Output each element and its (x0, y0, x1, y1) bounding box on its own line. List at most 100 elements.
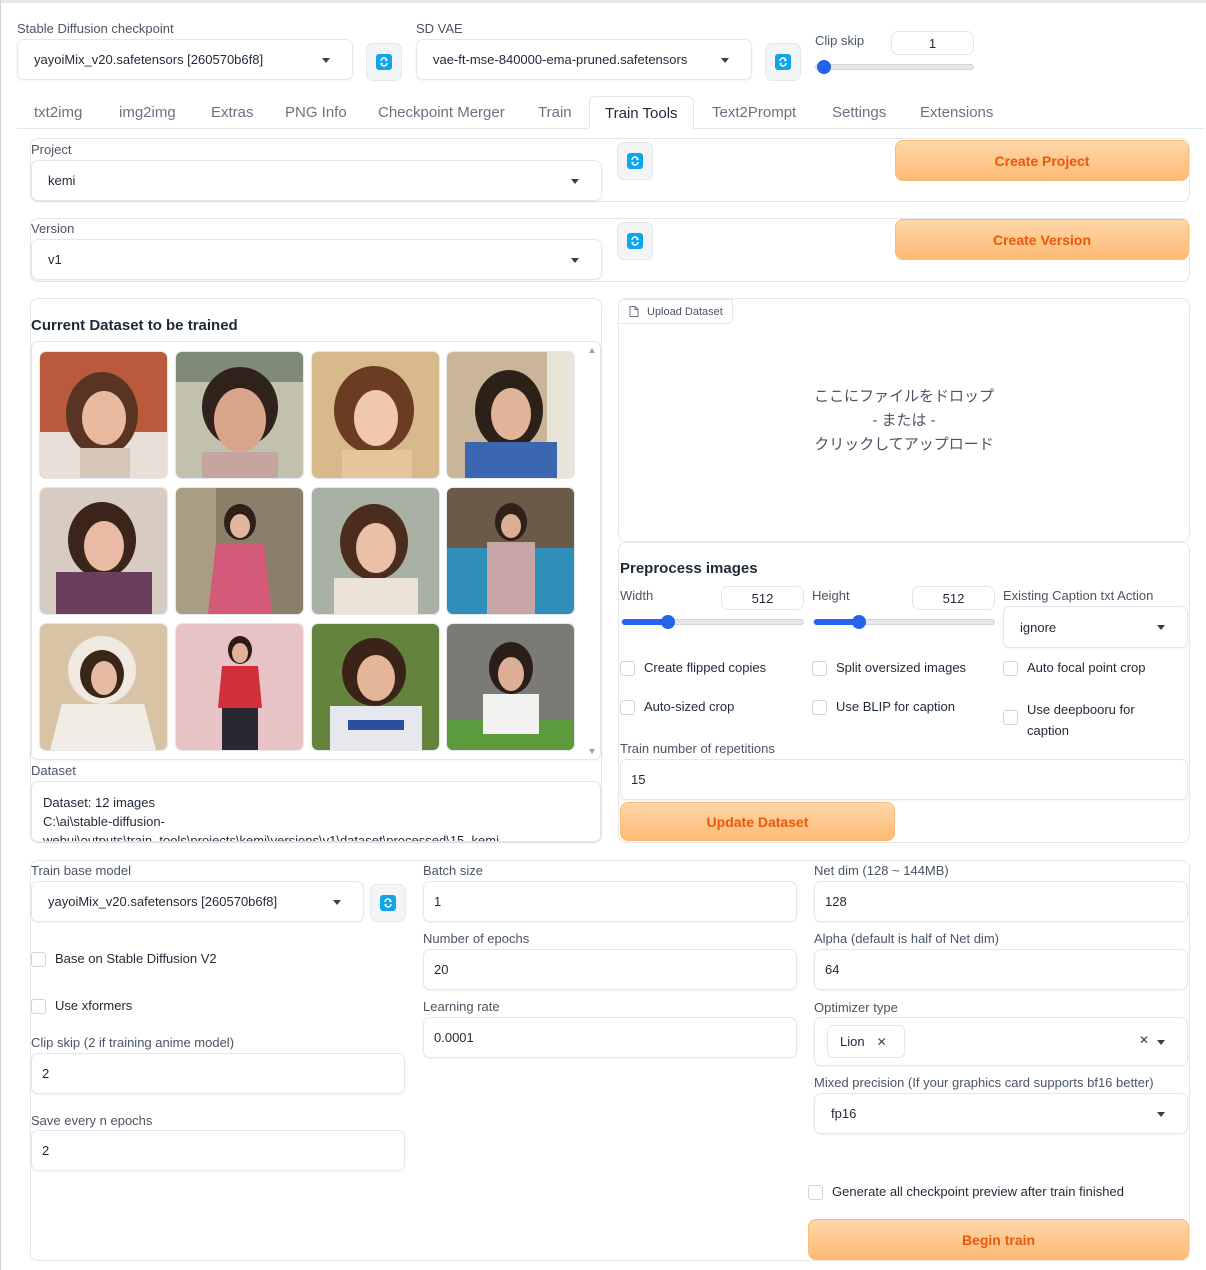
refresh-icon (775, 54, 791, 70)
tab-png-info[interactable]: PNG Info (285, 104, 347, 121)
update-dataset-button[interactable]: Update Dataset (620, 802, 895, 841)
tab-train[interactable]: Train (538, 104, 572, 121)
use-deepbooru-checkbox[interactable]: Use deepbooru for caption (1003, 699, 1135, 741)
use-blip-checkbox[interactable]: Use BLIP for caption (812, 699, 955, 715)
height-slider[interactable] (813, 615, 995, 629)
dataset-image-3[interactable] (312, 352, 439, 478)
tab-txt2img[interactable]: txt2img (34, 104, 82, 121)
mixed-precision-label: Mixed precision (If your graphics card s… (814, 1075, 1154, 1090)
scroll-down-icon[interactable] (589, 749, 595, 754)
mixed-precision-select[interactable]: fp16 (814, 1093, 1188, 1134)
base-sd-v2-checkbox[interactable]: Base on Stable Diffusion V2 (31, 951, 217, 967)
version-select[interactable]: v1 (31, 239, 602, 280)
auto-sized-checkbox[interactable]: Auto-sized crop (620, 699, 734, 715)
tab-settings[interactable]: Settings (832, 104, 886, 121)
dataset-image-11[interactable] (312, 624, 439, 750)
use-xformers-checkbox[interactable]: Use xformers (31, 998, 132, 1014)
epochs-label: Number of epochs (423, 931, 530, 946)
dataset-image-5[interactable] (40, 488, 167, 614)
dataset-image-8[interactable] (447, 488, 574, 614)
checkbox-label: Use BLIP for caption (836, 699, 955, 714)
repetitions-input[interactable]: 15 (620, 759, 1188, 800)
begin-train-button[interactable]: Begin train (808, 1219, 1189, 1260)
generate-preview-checkbox[interactable]: Generate all checkpoint preview after tr… (808, 1184, 1124, 1200)
project-refresh-button[interactable] (617, 142, 653, 180)
slider-knob[interactable] (817, 60, 831, 74)
chevron-down-icon (571, 257, 579, 263)
checkbox-box[interactable] (31, 952, 46, 967)
auto-focal-checkbox[interactable]: Auto focal point crop (1003, 660, 1146, 676)
project-select[interactable]: kemi (31, 160, 602, 201)
dataset-image-1[interactable] (40, 352, 167, 478)
clear-icon[interactable]: ✕ (1139, 1033, 1149, 1047)
dataset-image-2[interactable] (176, 352, 303, 478)
refresh-icon (627, 153, 643, 169)
dataset-image-12[interactable] (447, 624, 574, 750)
dataset-title: Current Dataset to be trained (31, 317, 238, 334)
create-project-button[interactable]: Create Project (895, 140, 1189, 181)
chevron-down-icon (571, 178, 579, 184)
tab-extras[interactable]: Extras (211, 104, 254, 121)
scroll-up-icon[interactable] (589, 348, 595, 353)
checkbox-box[interactable] (1003, 710, 1018, 725)
net-dim-label: Net dim (128 ~ 144MB) (814, 863, 949, 878)
checkbox-box[interactable] (620, 661, 635, 676)
gallery-scrollbar[interactable] (587, 346, 597, 756)
checkbox-box[interactable] (812, 700, 827, 715)
vae-refresh-button[interactable] (765, 43, 801, 81)
chevron-down-icon[interactable] (1157, 1039, 1165, 1045)
checkbox-box[interactable] (620, 700, 635, 715)
slider-knob[interactable] (852, 615, 866, 629)
dataset-image-4[interactable] (447, 352, 574, 478)
epochs-input[interactable]: 20 (423, 949, 797, 990)
base-model-refresh-button[interactable] (370, 884, 406, 922)
height-number[interactable]: 512 (912, 586, 995, 610)
optimizer-multiselect[interactable]: Lion ✕ ✕ (814, 1017, 1188, 1066)
width-number[interactable]: 512 (721, 586, 804, 610)
checkbox-box[interactable] (1003, 661, 1018, 676)
tab-img2img[interactable]: img2img (119, 104, 176, 121)
caption-action-select[interactable]: ignore (1003, 606, 1188, 648)
caption-action-label: Existing Caption txt Action (1003, 588, 1154, 603)
left-border (0, 0, 1, 1270)
repetitions-label: Train number of repetitions (620, 741, 775, 756)
file-icon (629, 306, 639, 317)
dataset-image-9[interactable] (40, 624, 167, 750)
tab-text2prompt[interactable]: Text2Prompt (712, 104, 796, 121)
checkbox-box[interactable] (808, 1185, 823, 1200)
create-version-button[interactable]: Create Version (895, 219, 1189, 260)
checkbox-box[interactable] (812, 661, 827, 676)
clip-skip-slider[interactable] (815, 60, 974, 74)
checkpoint-select[interactable]: yayoiMix_v20.safetensors [260570b6f8] (17, 39, 353, 80)
tab-extensions[interactable]: Extensions (920, 104, 993, 121)
dataset-image-10[interactable] (176, 624, 303, 750)
optimizer-label: Optimizer type (814, 1000, 898, 1015)
optimizer-chip[interactable]: Lion ✕ (827, 1025, 905, 1058)
version-label: Version (31, 221, 75, 236)
tab-checkpoint-merger[interactable]: Checkpoint Merger (378, 104, 505, 121)
slider-knob[interactable] (661, 615, 675, 629)
train-clip-skip-input[interactable]: 2 (31, 1053, 405, 1094)
dataset-image-6[interactable] (176, 488, 303, 614)
checkbox-box[interactable] (31, 999, 46, 1014)
checkbox-label-line: caption (1027, 723, 1069, 738)
save-every-input[interactable]: 2 (31, 1130, 405, 1171)
remove-chip-icon[interactable]: ✕ (877, 1035, 887, 1049)
tab-train-tools[interactable]: Train Tools (589, 96, 694, 129)
split-oversized-checkbox[interactable]: Split oversized images (812, 660, 966, 676)
vae-select[interactable]: vae-ft-mse-840000-ema-pruned.safetensors (416, 39, 752, 80)
dataset-info-textarea[interactable]: Dataset: 12 images C:\ai\stable-diffusio… (31, 781, 601, 842)
height-label: Height (812, 588, 850, 603)
net-dim-input[interactable]: 128 (814, 881, 1188, 922)
width-slider[interactable] (621, 615, 804, 629)
learning-rate-input[interactable]: 0.0001 (423, 1017, 797, 1058)
batch-size-input[interactable]: 1 (423, 881, 797, 922)
create-flipped-checkbox[interactable]: Create flipped copies (620, 660, 766, 676)
checkpoint-refresh-button[interactable] (366, 43, 402, 81)
version-refresh-button[interactable] (617, 222, 653, 260)
clip-skip-number[interactable]: 1 (891, 31, 974, 55)
base-model-select[interactable]: yayoiMix_v20.safetensors [260570b6f8] (31, 881, 364, 922)
dataset-image-7[interactable] (312, 488, 439, 614)
top-border (0, 0, 1206, 3)
alpha-input[interactable]: 64 (814, 949, 1188, 990)
